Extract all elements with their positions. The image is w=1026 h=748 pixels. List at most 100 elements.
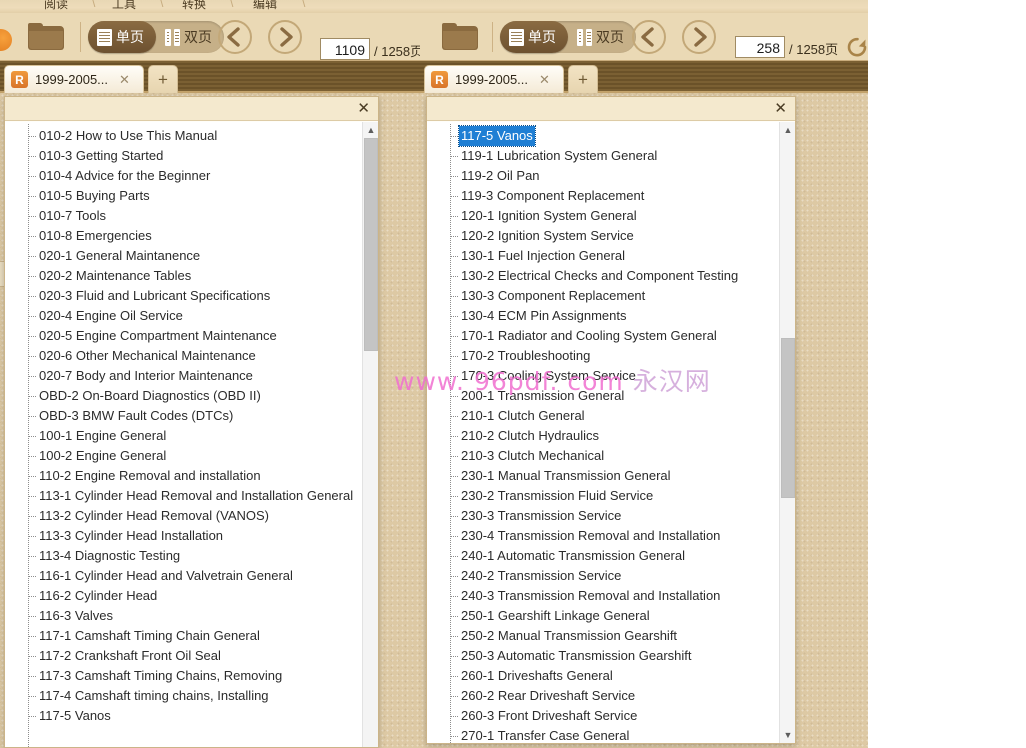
left-prev-page-button[interactable] (218, 20, 252, 54)
outline-item[interactable]: 130-2 Electrical Checks and Component Te… (445, 266, 779, 286)
outline-item-label: 119-3 Component Replacement (461, 188, 645, 203)
scroll-up-arrow-icon[interactable]: ▲ (780, 122, 795, 138)
outline-item[interactable]: 010-4 Advice for the Beginner (23, 166, 362, 186)
outline-item[interactable]: 210-3 Clutch Mechanical (445, 446, 779, 466)
outline-item[interactable]: 250-3 Automatic Transmission Gearshift (445, 646, 779, 666)
outline-item[interactable]: 113-1 Cylinder Head Removal and Installa… (23, 486, 362, 506)
left-outline-list[interactable]: 010-2 How to Use This Manual 010-3 Gettin… (5, 122, 378, 747)
outline-item[interactable]: 119-2 Oil Pan (445, 166, 779, 186)
outline-item-label: 250-2 Manual Transmission Gearshift (461, 628, 678, 643)
outline-item[interactable]: 119-1 Lubrication System General (445, 146, 779, 166)
outline-item[interactable]: 260-2 Rear Driveshaft Service (445, 686, 779, 706)
right-tab-strip: R 1999-2005... ✕ + (420, 61, 868, 93)
left-single-page-button[interactable]: 单页 (88, 21, 156, 53)
right-tab-close-icon[interactable]: ✕ (539, 72, 550, 88)
right-single-page-button[interactable]: 单页 (500, 21, 568, 53)
outline-item[interactable]: 120-2 Ignition System Service (445, 226, 779, 246)
document-favicon-icon: R (431, 71, 448, 88)
outline-item[interactable]: 200-1 Transmission General (445, 386, 779, 406)
outline-item[interactable]: 010-3 Getting Started (23, 146, 362, 166)
left-next-page-button[interactable] (268, 20, 302, 54)
right-next-page-button[interactable] (682, 20, 716, 54)
outline-item[interactable]: OBD-3 BMW Fault Codes (DTCs) (23, 406, 362, 426)
outline-item[interactable]: 117-3 Camshaft Timing Chains, Removing (23, 666, 362, 686)
outline-item[interactable]: 250-2 Manual Transmission Gearshift (445, 626, 779, 646)
scroll-up-arrow-icon[interactable]: ▲ (363, 122, 378, 138)
outline-item[interactable]: 230-3 Transmission Service (445, 506, 779, 526)
menu-item-convert[interactable]: 转换 (182, 0, 206, 12)
right-prev-page-button[interactable] (632, 20, 666, 54)
outline-item[interactable]: 116-2 Cylinder Head (23, 586, 362, 606)
right-open-folder-icon[interactable] (442, 23, 478, 50)
outline-item[interactable]: 230-4 Transmission Removal and Installat… (445, 526, 779, 546)
right-double-page-button[interactable]: 双页 (568, 21, 636, 53)
scroll-down-arrow-icon[interactable]: ▼ (780, 727, 795, 743)
outline-item[interactable]: 210-1 Clutch General (445, 406, 779, 426)
outline-item[interactable]: 260-1 Driveshafts General (445, 666, 779, 686)
outline-item[interactable]: 130-4 ECM Pin Assignments (445, 306, 779, 326)
outline-item[interactable]: 210-2 Clutch Hydraulics (445, 426, 779, 446)
menu-item-read[interactable]: 阅读 (44, 0, 68, 12)
outline-item[interactable]: 020-3 Fluid and Lubricant Specifications (23, 286, 362, 306)
outline-item[interactable]: 117-5 Vanos (23, 706, 362, 726)
outline-item[interactable]: 020-5 Engine Compartment Maintenance (23, 326, 362, 346)
outline-item[interactable]: 010-2 How to Use This Manual (23, 126, 362, 146)
open-folder-icon[interactable] (28, 23, 64, 50)
outline-item[interactable]: 113-2 Cylinder Head Removal (VANOS) (23, 506, 362, 526)
outline-item[interactable]: 020-2 Maintenance Tables (23, 266, 362, 286)
right-outline-close-icon[interactable]: ✕ (774, 99, 787, 119)
right-scrollbar-thumb[interactable] (781, 338, 795, 498)
outline-item[interactable]: 270-1 Transfer Case General (445, 726, 779, 743)
outline-item[interactable]: 260-3 Front Driveshaft Service (445, 706, 779, 726)
right-page-number-input[interactable]: 258 (735, 36, 785, 58)
outline-item[interactable]: 117-1 Camshaft Timing Chain General (23, 626, 362, 646)
outline-item[interactable]: 120-1 Ignition System General (445, 206, 779, 226)
outline-item[interactable]: 130-3 Component Replacement (445, 286, 779, 306)
outline-item[interactable]: 230-2 Transmission Fluid Service (445, 486, 779, 506)
outline-item[interactable]: 010-5 Buying Parts (23, 186, 362, 206)
outline-item[interactable]: 117-5 Vanos (445, 125, 779, 147)
outline-item[interactable]: 020-1 General Maintanence (23, 246, 362, 266)
left-tab-close-icon[interactable]: ✕ (119, 72, 130, 88)
outline-item[interactable]: 113-4 Diagnostic Testing (23, 546, 362, 566)
left-page-number-input[interactable]: 1109 (320, 38, 370, 60)
outline-item[interactable]: 010-8 Emergencies (23, 226, 362, 246)
outline-item[interactable]: 170-3 Cooling System Service (445, 366, 779, 386)
outline-item[interactable]: 119-3 Component Replacement (445, 186, 779, 206)
left-outline-close-icon[interactable]: ✕ (357, 99, 370, 119)
outline-item[interactable]: OBD-2 On-Board Diagnostics (OBD II) (23, 386, 362, 406)
outline-item[interactable]: 020-4 Engine Oil Service (23, 306, 362, 326)
left-outline-scrollbar[interactable]: ▲ (362, 122, 378, 747)
outline-item[interactable]: 117-4 Camshaft timing chains, Installing (23, 686, 362, 706)
outline-item[interactable]: 240-3 Transmission Removal and Installat… (445, 586, 779, 606)
right-new-tab-button[interactable]: + (568, 65, 598, 93)
menu-item-tools[interactable]: 工具 (112, 0, 136, 12)
right-document-tab[interactable]: R 1999-2005... ✕ (424, 65, 564, 93)
outline-item[interactable]: 116-1 Cylinder Head and Valvetrain Gener… (23, 566, 362, 586)
right-reload-button[interactable] (845, 35, 868, 59)
outline-item[interactable]: 130-1 Fuel Injection General (445, 246, 779, 266)
right-outline-list[interactable]: 117-5 Vanos 119-1 Lubrication System Gene… (427, 122, 795, 743)
outline-item[interactable]: 113-3 Cylinder Head Installation (23, 526, 362, 546)
left-double-page-button[interactable]: 双页 (156, 21, 224, 53)
outline-item[interactable]: 100-2 Engine General (23, 446, 362, 466)
outline-item[interactable]: 170-1 Radiator and Cooling System Genera… (445, 326, 779, 346)
right-outline-scrollbar[interactable]: ▲ ▼ (779, 122, 795, 743)
outline-item[interactable]: 170-2 Troubleshooting (445, 346, 779, 366)
outline-item[interactable]: 116-3 Valves (23, 606, 362, 626)
outline-item[interactable]: 240-1 Automatic Transmission General (445, 546, 779, 566)
outline-item[interactable]: 117-2 Crankshaft Front Oil Seal (23, 646, 362, 666)
outline-item[interactable]: 230-1 Manual Transmission General (445, 466, 779, 486)
outline-item[interactable]: 010-7 Tools (23, 206, 362, 226)
left-scrollbar-thumb[interactable] (364, 138, 378, 351)
menu-item-edit[interactable]: 编辑 (253, 0, 277, 12)
outline-item[interactable]: 020-7 Body and Interior Maintenance (23, 366, 362, 386)
outline-item[interactable]: 240-2 Transmission Service (445, 566, 779, 586)
left-new-tab-button[interactable]: + (148, 65, 178, 93)
outline-item[interactable]: 100-1 Engine General (23, 426, 362, 446)
outline-item[interactable]: 110-2 Engine Removal and installation (23, 466, 362, 486)
outline-item[interactable]: 020-6 Other Mechanical Maintenance (23, 346, 362, 366)
arrow-right-icon (280, 27, 293, 47)
left-document-tab[interactable]: R 1999-2005... ✕ (4, 65, 144, 93)
outline-item[interactable]: 250-1 Gearshift Linkage General (445, 606, 779, 626)
